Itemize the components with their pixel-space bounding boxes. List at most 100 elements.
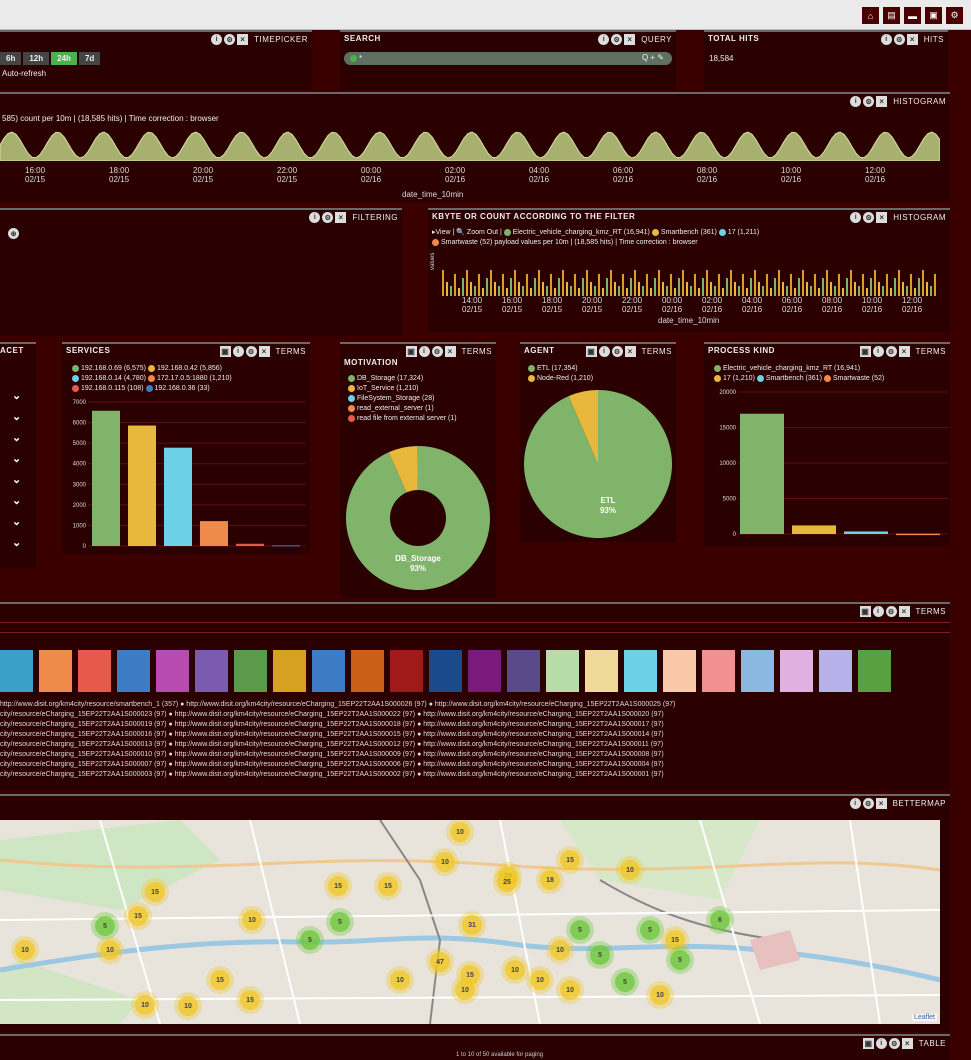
chevron-down-icon[interactable]: ⌄ (12, 449, 21, 470)
search-input[interactable]: * Q + ✎ (344, 52, 672, 65)
close-icon[interactable]: × (624, 34, 636, 45)
legend-row[interactable]: city/resource/eCharging_15EP22T2AA1S0000… (0, 770, 950, 780)
map-cluster-marker[interactable]: 15 (145, 882, 165, 902)
term-color-swatch[interactable] (546, 650, 579, 692)
save-icon[interactable]: ▣ (405, 346, 417, 357)
map-cluster-marker[interactable]: 10 (560, 980, 580, 1000)
info-icon[interactable]: i (598, 34, 610, 45)
legend-label[interactable]: 17 (1,210) (723, 375, 755, 382)
map-cluster-marker[interactable]: 6 (710, 910, 730, 930)
gear-icon[interactable]: ⚙ (888, 1038, 900, 1049)
map-cluster-marker[interactable]: 10 (455, 980, 475, 1000)
term-color-swatch[interactable] (78, 650, 111, 692)
term-color-swatch[interactable] (507, 650, 540, 692)
term-color-swatch[interactable] (858, 650, 891, 692)
gear-icon[interactable]: ⚙ (885, 606, 897, 617)
map-cluster-marker[interactable]: 10 (450, 822, 470, 842)
legend-label[interactable]: 172.17.0.5:1880 (1,210) (157, 375, 232, 382)
map-cluster-marker[interactable]: 5 (590, 945, 610, 965)
map-cluster-marker[interactable]: 10 (242, 910, 262, 930)
map-cluster-marker[interactable]: 15 (378, 876, 398, 896)
term-color-swatch[interactable] (741, 650, 774, 692)
legend-row[interactable]: city/resource/eCharging_15EP22T2AA1S0000… (0, 710, 950, 720)
legend-row[interactable]: city/resource/eCharging_15EP22T2AA1S0000… (0, 730, 950, 740)
close-icon[interactable]: × (875, 798, 887, 809)
chevron-down-icon[interactable]: ⌄ (12, 533, 21, 554)
info-icon[interactable]: i (598, 346, 610, 357)
map-cluster-marker[interactable]: 25 (497, 872, 517, 892)
close-icon[interactable]: × (335, 212, 347, 223)
save-icon[interactable]: ▣ (862, 1038, 874, 1049)
gear-icon[interactable]: ⚙ (862, 798, 874, 809)
map-cluster-marker[interactable]: 15 (560, 850, 580, 870)
legend-label[interactable]: 192.168.0.69 (6,575) (81, 365, 146, 372)
term-color-swatch[interactable] (780, 650, 813, 692)
gear-icon[interactable]: ⚙ (431, 346, 443, 357)
legend-label[interactable]: 192.168.0.115 (108) (81, 385, 144, 392)
map-cluster-marker[interactable]: 5 (300, 930, 320, 950)
chevron-down-icon[interactable]: ⌄ (12, 407, 21, 428)
info-icon[interactable]: i (875, 1038, 887, 1049)
map-cluster-marker[interactable]: 10 (390, 970, 410, 990)
map-cluster-marker[interactable]: 10 (550, 940, 570, 960)
close-icon[interactable]: × (906, 34, 918, 45)
term-color-swatch[interactable] (351, 650, 384, 692)
timespan-12h-button[interactable]: 12h (23, 52, 50, 65)
close-icon[interactable]: × (901, 1038, 913, 1049)
term-color-swatch[interactable] (156, 650, 189, 692)
info-icon[interactable]: i (232, 346, 244, 357)
map-cluster-marker[interactable]: 47 (430, 952, 450, 972)
map-cluster-marker[interactable]: 10 (650, 985, 670, 1005)
gear-icon[interactable]: ⚙ (885, 346, 897, 357)
close-icon[interactable]: × (876, 212, 888, 223)
term-color-swatch[interactable] (585, 650, 618, 692)
term-color-swatch[interactable] (0, 650, 33, 692)
term-color-swatch[interactable] (468, 650, 501, 692)
gear-icon[interactable]: ⚙ (322, 212, 334, 223)
search-actions-icon[interactable]: Q + ✎ (642, 53, 664, 62)
term-color-swatch[interactable] (234, 650, 267, 692)
map-cluster-marker[interactable]: 10 (505, 960, 525, 980)
legend-row[interactable]: city/resource/eCharging_15EP22T2AA1S0000… (0, 760, 950, 770)
close-icon[interactable]: × (898, 346, 910, 357)
legend-label[interactable]: ETL (17,354) (537, 365, 578, 372)
chevron-down-icon[interactable]: ⌄ (12, 491, 21, 512)
term-color-swatch[interactable] (312, 650, 345, 692)
legend-label[interactable]: 192.168.0.14 (4,780) (81, 375, 146, 382)
legend-label[interactable]: Smartwaste (52) (833, 375, 884, 382)
legend-row[interactable]: http://www.disit.org/km4city/resource/sm… (0, 700, 950, 710)
term-color-swatch[interactable] (624, 650, 657, 692)
info-icon[interactable]: i (850, 96, 862, 107)
term-color-swatch[interactable] (117, 650, 150, 692)
map-cluster-marker[interactable]: 10 (435, 852, 455, 872)
info-icon[interactable]: i (211, 34, 223, 45)
gear-icon[interactable]: ⚙ (863, 96, 875, 107)
map-cluster-marker[interactable]: 5 (640, 920, 660, 940)
gear-icon[interactable]: ⚙ (611, 346, 623, 357)
map-cluster-marker[interactable]: 10 (100, 940, 120, 960)
legend-label[interactable]: read_external_server (1) (357, 405, 434, 412)
map-cluster-marker[interactable]: 5 (670, 950, 690, 970)
save-icon[interactable]: ▣ (219, 346, 231, 357)
legend-label[interactable]: 192.168.0.36 (33) (155, 385, 210, 392)
gear-icon[interactable]: ⚙ (245, 346, 257, 357)
info-icon[interactable]: i (849, 798, 861, 809)
add-filter-icon[interactable]: ⊕ (8, 228, 19, 239)
chevron-down-icon[interactable]: ⌄ (12, 470, 21, 491)
info-icon[interactable]: i (872, 606, 884, 617)
legend-label[interactable]: read file from external server (1) (357, 415, 457, 422)
map-view[interactable]: 1015101528181510155105155315106510154710… (0, 820, 940, 1024)
save-icon[interactable]: ▣ (859, 346, 871, 357)
query-color-dot[interactable] (350, 55, 357, 63)
term-color-swatch[interactable] (429, 650, 462, 692)
folder-icon[interactable]: ▬ (904, 7, 921, 24)
timespan-6h-button[interactable]: 6h (0, 52, 22, 65)
legend-label[interactable]: Electric_vehicle_charging_kmz_RT (16,941… (723, 365, 860, 372)
term-color-swatch[interactable] (819, 650, 852, 692)
legend-row[interactable]: city/resource/eCharging_15EP22T2AA1S0000… (0, 720, 950, 730)
chevron-down-icon[interactable]: ⌄ (12, 512, 21, 533)
term-color-swatch[interactable] (39, 650, 72, 692)
close-icon[interactable]: × (258, 346, 270, 357)
chevron-down-icon[interactable]: ⌄ (12, 428, 21, 449)
map-cluster-marker[interactable]: 18 (540, 870, 560, 890)
